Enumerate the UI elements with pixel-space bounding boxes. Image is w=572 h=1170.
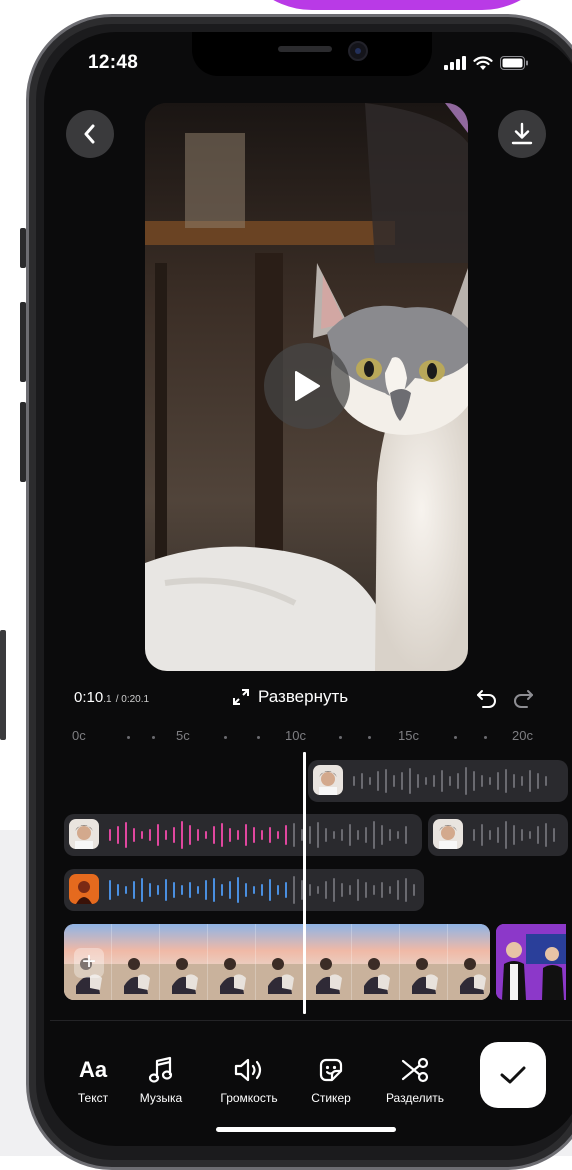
undo-icon: [477, 690, 496, 708]
ruler-tick: [339, 736, 342, 739]
filmstrip-frame: [304, 924, 352, 1000]
current-time-fraction: .1: [103, 694, 112, 705]
filmstrip-frame: [208, 924, 256, 1000]
decorative-blob: [232, 0, 562, 10]
status-icons: [444, 56, 528, 70]
ruler-label: 0с: [72, 728, 86, 743]
home-indicator: [216, 1127, 396, 1132]
filmstrip-frames: [64, 924, 490, 1000]
ruler-tick: [224, 736, 227, 739]
notch: [192, 32, 432, 76]
audio-clip-right-second[interactable]: [428, 814, 568, 856]
tool-label: Громкость: [220, 1091, 278, 1105]
tool-music[interactable]: Музыка: [116, 1052, 206, 1105]
waveform: [109, 876, 415, 904]
ruler-tick: [454, 736, 457, 739]
tool-label: Музыка: [139, 1091, 183, 1105]
download-icon: [511, 122, 533, 145]
clip-avatar: [313, 765, 343, 795]
timeline-playhead[interactable]: [303, 752, 306, 1014]
play-button[interactable]: [264, 343, 350, 429]
play-icon: [295, 371, 320, 401]
download-button[interactable]: [498, 110, 546, 158]
ruler-tick: [484, 736, 487, 739]
total-duration: / 0:20.1: [115, 694, 150, 705]
add-clip-button[interactable]: +: [74, 948, 104, 978]
ruler-tick: [257, 736, 260, 739]
tool-label: Разделить: [385, 1091, 445, 1105]
redo-icon: [514, 690, 533, 708]
waveform: [353, 767, 547, 795]
ruler-tick: [152, 736, 155, 739]
confirm-button[interactable]: [480, 1042, 546, 1108]
filmstrip-frame: [160, 924, 208, 1000]
phone-side-strip: [0, 630, 6, 740]
redo-button[interactable]: [512, 688, 534, 713]
expand-label: Развернуть: [258, 687, 349, 706]
video-preview[interactable]: [145, 103, 468, 671]
second-clip-thumbnail: [496, 924, 566, 1000]
filmstrip-frame: [112, 924, 160, 1000]
clip-avatar: [69, 874, 99, 904]
undo-button[interactable]: [476, 688, 498, 713]
timeline-ruler: 0с 5с 10с 15с 20с: [44, 728, 572, 746]
filmstrip-frame: [448, 924, 490, 1000]
text-aa-icon: Aa: [78, 1057, 108, 1082]
volume-icon: [234, 1058, 262, 1082]
music-note-icon: [148, 1056, 173, 1083]
ruler-label: 5с: [176, 728, 190, 743]
toolbar-divider: [50, 1020, 572, 1021]
video-clip-filmstrip[interactable]: [64, 924, 490, 1000]
sticker-icon: [319, 1058, 343, 1082]
tool-split[interactable]: Разделить: [370, 1052, 460, 1105]
ruler-tick: [127, 736, 130, 739]
ruler-label: 20с: [512, 728, 533, 743]
tool-label: Стикер: [311, 1091, 351, 1105]
expand-arrows-icon: [233, 689, 249, 705]
phone-screen: 12:48 0:10.1 / 0:20.1 Развернуть 0с 5с 1…: [44, 32, 572, 1146]
waveform: [109, 821, 407, 849]
back-button[interactable]: [66, 110, 114, 158]
cellular-signal-icon: [444, 56, 466, 70]
status-time: 12:48: [88, 52, 139, 73]
earpiece-speaker: [278, 46, 332, 52]
checkmark-icon: [500, 1066, 526, 1084]
tool-volume[interactable]: Громкость: [204, 1052, 294, 1105]
ruler-label: 15с: [398, 728, 419, 743]
tool-sticker[interactable]: Стикер: [286, 1052, 376, 1105]
waveform: [473, 821, 555, 849]
playback-timecode: 0:10.1 / 0:20.1: [74, 689, 149, 706]
filmstrip-frame: [400, 924, 448, 1000]
wifi-icon: [473, 56, 493, 70]
filmstrip-frame: [352, 924, 400, 1000]
audio-clip-right-top[interactable]: [308, 760, 568, 802]
clip-avatar: [433, 819, 463, 849]
audio-clip-pink[interactable]: [64, 814, 422, 856]
expand-button[interactable]: Развернуть: [232, 687, 348, 707]
current-time: 0:10: [74, 689, 104, 706]
clip-avatar: [69, 819, 99, 849]
chevron-left-icon: [84, 124, 95, 144]
ruler-tick: [368, 736, 371, 739]
battery-icon: [500, 56, 528, 70]
audio-clip-blue[interactable]: [64, 869, 424, 911]
front-camera: [348, 41, 368, 61]
scissors-icon: [401, 1057, 429, 1083]
filmstrip-frame: [256, 924, 304, 1000]
ruler-label: 10с: [285, 728, 306, 743]
video-clip-second[interactable]: [496, 924, 566, 1000]
